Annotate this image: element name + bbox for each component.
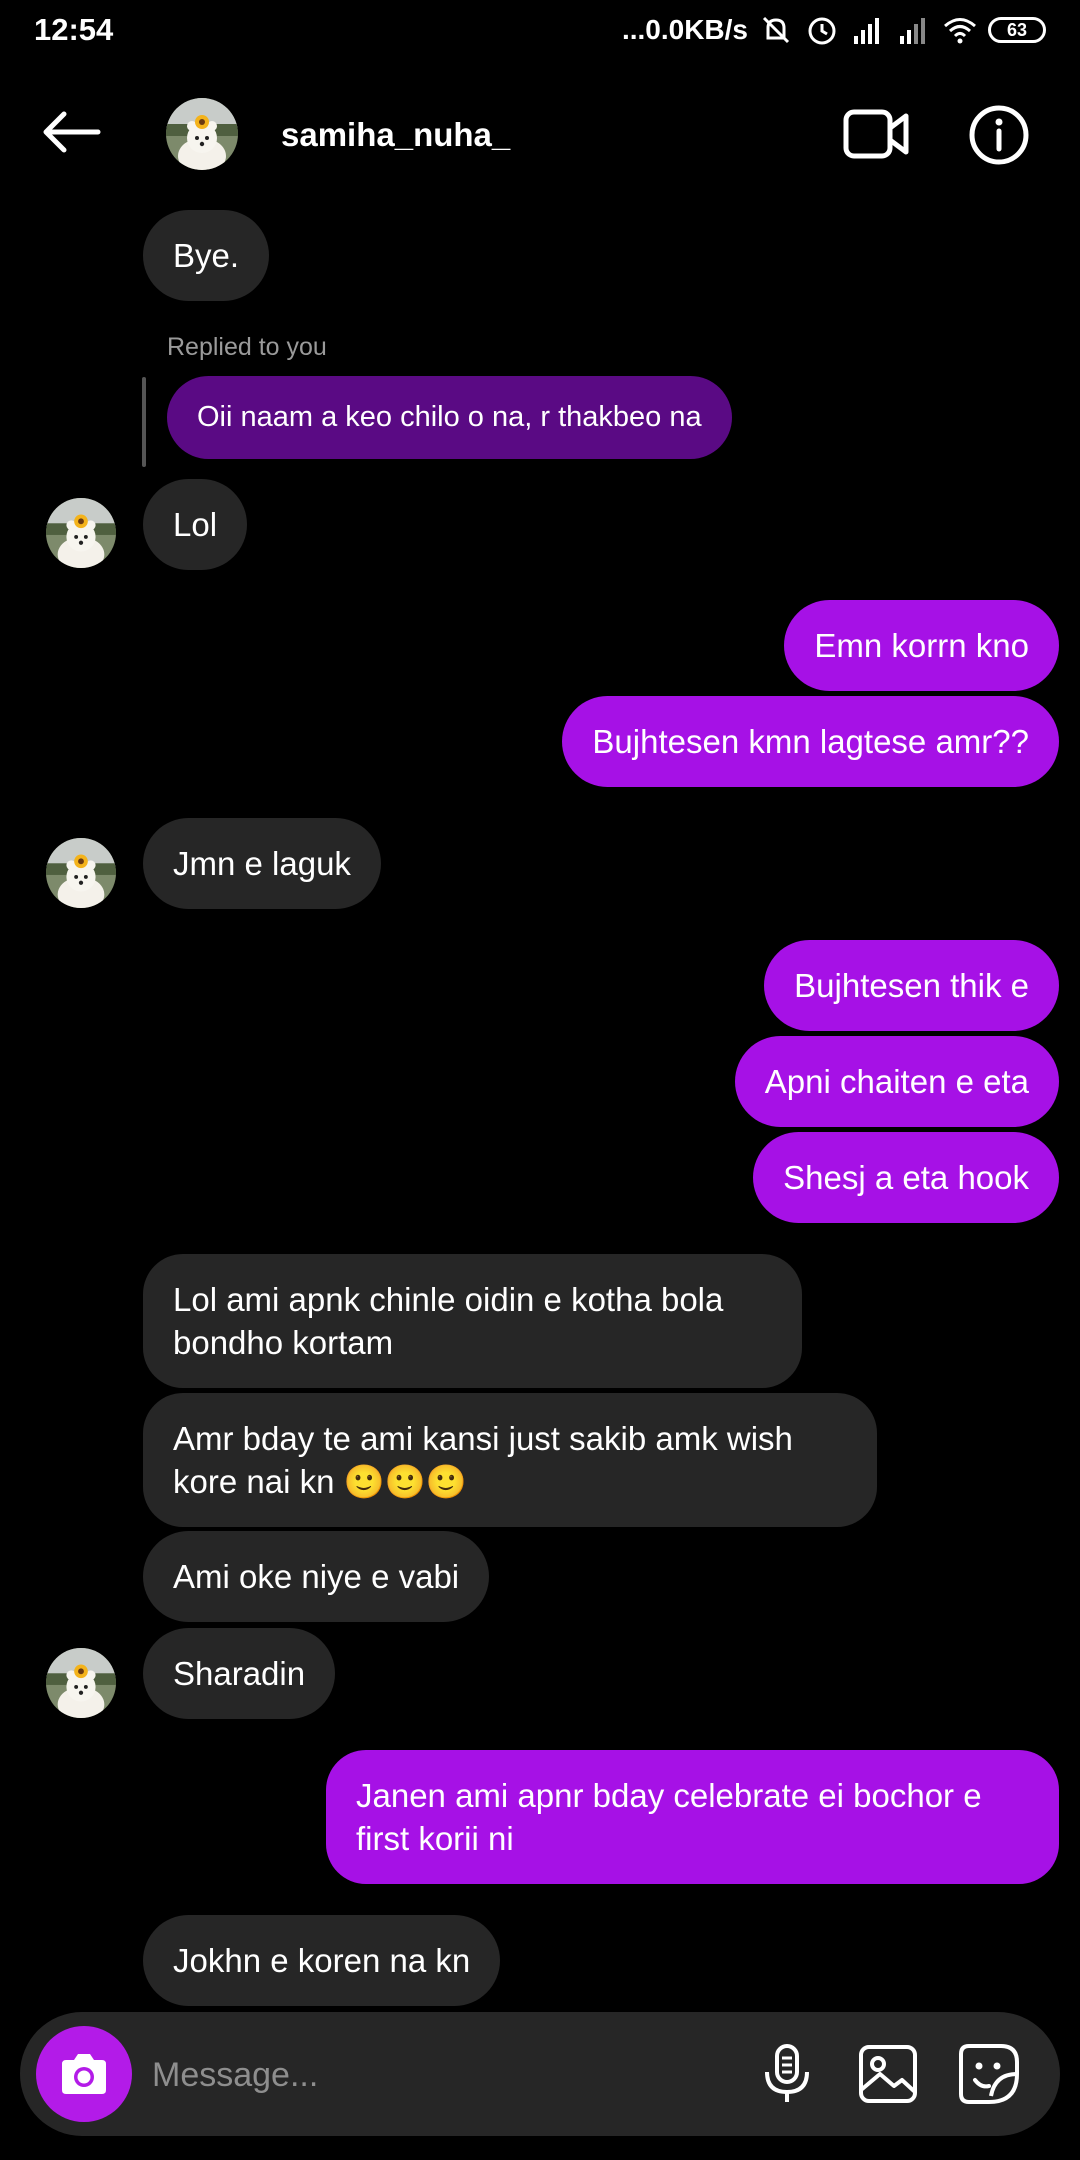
avatar[interactable] xyxy=(46,838,116,908)
message-bubble[interactable]: Janen ami apnr bday celebrate ei bochor … xyxy=(326,1750,1059,1884)
microphone-icon[interactable] xyxy=(755,2042,819,2106)
message-bubble[interactable]: Bujhtesen thik e xyxy=(764,940,1059,1031)
video-call-icon[interactable] xyxy=(842,106,910,162)
message-input[interactable] xyxy=(150,2044,714,2106)
message-bubble[interactable]: Lol xyxy=(143,479,248,570)
gallery-icon[interactable] xyxy=(856,2042,920,2106)
signal-icon xyxy=(900,18,925,44)
message-bubble[interactable]: Amr bday te ami kansi just sakib amk wis… xyxy=(143,1393,877,1527)
mute-icon xyxy=(762,16,790,44)
chat-header: samiha_nuha_ xyxy=(0,62,1080,212)
battery-icon: 63 xyxy=(988,17,1046,43)
network-speed: ...0.0KB/s xyxy=(621,14,748,45)
back-arrow-icon[interactable] xyxy=(36,107,106,157)
status-icons: ...0.0KB/s 63 xyxy=(622,10,1046,50)
message-bubble[interactable]: Lol ami apnk chinle oidin e kotha bola b… xyxy=(143,1254,802,1388)
reply-divider xyxy=(142,377,146,467)
message-bubble[interactable]: Oii naam a keo chilo o na, r thakbeo na xyxy=(167,376,732,459)
message-bubble[interactable]: Apni chaiten e eta xyxy=(734,1036,1059,1127)
message-bubble[interactable]: Bye. xyxy=(143,210,270,301)
alarm-icon xyxy=(808,17,836,45)
signal-icon xyxy=(854,18,879,44)
message-bubble[interactable]: Shesj a eta hook xyxy=(753,1132,1059,1223)
camera-button[interactable] xyxy=(36,2026,132,2122)
camera-icon xyxy=(62,2054,106,2094)
message-bubble[interactable]: Sharadin xyxy=(143,1628,336,1719)
reply-label: Replied to you xyxy=(167,333,327,361)
message-bubble[interactable]: Ami oke niye e vabi xyxy=(143,1531,490,1622)
message-bubble[interactable]: Bujhtesen kmn lagtese amr?? xyxy=(562,696,1059,787)
info-icon[interactable] xyxy=(968,104,1030,166)
wifi-icon xyxy=(944,18,976,44)
username[interactable]: samiha_nuha_ xyxy=(281,116,510,154)
message-bubble[interactable]: Emn korrn kno xyxy=(784,600,1059,691)
message-bubble[interactable]: Jokhn e koren na kn xyxy=(143,1915,501,2006)
avatar[interactable] xyxy=(46,1648,116,1718)
sticker-icon[interactable] xyxy=(957,2042,1021,2106)
message-composer xyxy=(20,2012,1060,2136)
message-bubble[interactable]: Jmn e laguk xyxy=(143,818,381,909)
avatar[interactable] xyxy=(166,98,238,170)
status-bar: 12:54 ...0.0KB/s 63 xyxy=(0,0,1080,62)
avatar[interactable] xyxy=(46,498,116,568)
status-time: 12:54 xyxy=(34,12,114,47)
